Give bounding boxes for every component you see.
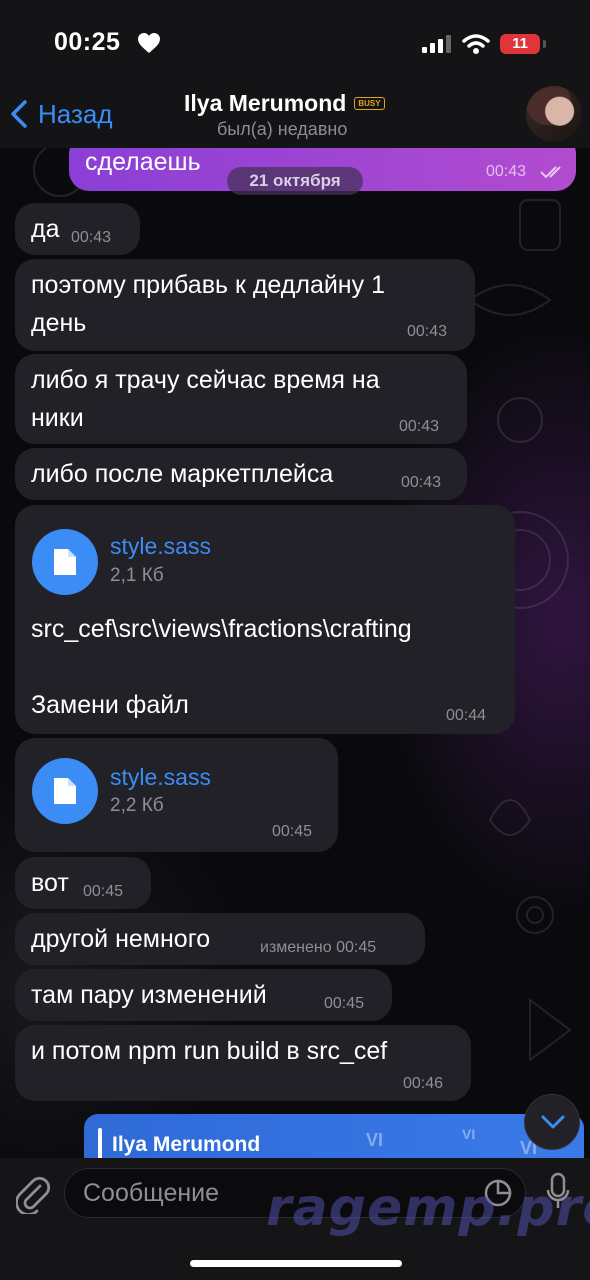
message-text: и потом npm run build в src_cef [31, 1037, 388, 1065]
reply-pattern-text: VI [366, 1130, 384, 1150]
message-bubble[interactable]: другой немного изменено 00:45 [15, 913, 425, 965]
message-text: либо после маркетплейса [31, 460, 334, 488]
message-bubble[interactable]: либо я трачу сейчас время на ники 00:43 [15, 354, 467, 444]
reply-pattern-text: VI [462, 1126, 476, 1142]
message-text: другой немного [31, 925, 211, 953]
chat-header: Назад Ilya Merumond BUSY был(а) недавно [0, 86, 590, 148]
watermark: ragemp.pro [266, 1178, 590, 1238]
file-message[interactable]: style.sass 2,2 Кб 00:45 [15, 738, 338, 852]
document-icon[interactable] [32, 529, 98, 595]
message-text: там пару изменений [31, 981, 267, 1009]
file-message[interactable]: style.sass 2,1 Кб src_cef\src\views\frac… [15, 505, 515, 734]
status-bar: 00:25 11 [0, 0, 590, 86]
status-badge: BUSY [354, 97, 385, 110]
microphone-icon[interactable] [546, 1172, 570, 1212]
message-text-line: день [31, 309, 87, 337]
message-time-edited: изменено 00:45 [260, 939, 377, 956]
message-time: 00:43 [401, 474, 442, 491]
battery-indicator: 11 [500, 34, 540, 54]
message-bubble[interactable]: вот 00:45 [15, 857, 151, 909]
message-composer: Сообщение ragemp.pro [0, 1158, 590, 1280]
file-name[interactable]: style.sass [110, 764, 211, 791]
heart-icon [138, 33, 160, 53]
message-bubble[interactable]: да 00:43 [15, 203, 140, 255]
file-size: 2,1 Кб [110, 565, 164, 586]
file-caption-line: Замени файл [31, 691, 189, 719]
battery-tip [543, 40, 546, 48]
message-bubble[interactable]: и потом npm run build в src_cef 00:46 [15, 1025, 471, 1101]
paperclip-icon[interactable] [16, 1176, 50, 1214]
battery-level: 11 [512, 35, 528, 52]
chat-title: Ilya Merumond [184, 90, 347, 116]
outgoing-message-time: 00:43 [486, 163, 527, 180]
chat-subtitle: был(а) недавно [217, 119, 348, 139]
outgoing-message-text: сделаешь [85, 148, 201, 176]
reply-name: Ilya Merumond [112, 1133, 261, 1156]
message-text: да [31, 215, 60, 243]
back-label: Назад [38, 98, 113, 129]
message-text: вот [31, 869, 69, 897]
message-bubble[interactable]: там пару изменений 00:45 [15, 969, 392, 1021]
file-name[interactable]: style.sass [110, 533, 211, 560]
avatar[interactable] [526, 86, 582, 142]
double-check-icon [540, 166, 561, 179]
message-time: 00:46 [403, 1075, 444, 1092]
wifi-icon [462, 34, 490, 54]
message-time: 00:43 [407, 323, 448, 340]
chevron-left-icon [11, 100, 27, 128]
message-text-line: поэтому прибавь к дедлайну 1 [31, 271, 385, 299]
message-time: 00:45 [324, 995, 365, 1012]
message-text-line: ники [31, 404, 84, 432]
file-size: 2,2 Кб [110, 795, 164, 816]
message-time: 00:44 [446, 707, 487, 724]
date-separator: 21 октября [227, 167, 363, 195]
message-bubble[interactable]: поэтому прибавь к дедлайну 1 день 00:43 [15, 259, 475, 351]
message-time: 00:45 [272, 823, 313, 840]
chat-title-row[interactable]: Ilya Merumond BUSY [184, 90, 385, 117]
message-time: 00:43 [71, 229, 112, 246]
status-time: 00:25 [54, 28, 121, 56]
file-caption-line: src_cef\src\views\fractions\crafting [31, 615, 412, 643]
message-time: 00:43 [399, 418, 440, 435]
document-icon[interactable] [32, 758, 98, 824]
scroll-down-button[interactable] [524, 1094, 580, 1150]
home-indicator [190, 1260, 402, 1267]
message-time: 00:45 [83, 883, 124, 900]
message-text-line: либо я трачу сейчас время на [31, 366, 380, 394]
signal-icon [422, 35, 451, 53]
back-button[interactable]: Назад [10, 96, 113, 132]
message-bubble[interactable]: либо после маркетплейса 00:43 [15, 448, 467, 500]
chevron-down-icon [541, 1115, 565, 1129]
